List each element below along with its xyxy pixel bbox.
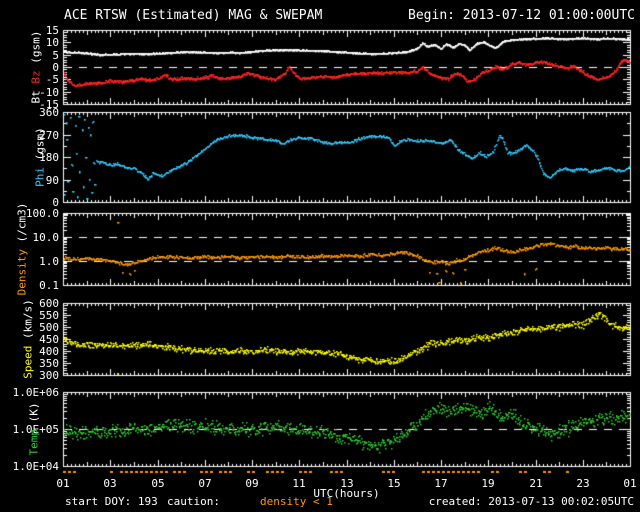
y-tick-label: 180 bbox=[39, 151, 59, 164]
x-tick-label: 23 bbox=[576, 477, 590, 490]
y-axis-title-part: Speed bbox=[21, 339, 35, 379]
y-axis-title-part: (/cm3) bbox=[15, 202, 29, 243]
y-tick-label: 0.1 bbox=[39, 279, 59, 292]
x-tick-label: 19 bbox=[481, 477, 495, 490]
y-tick-label: 10.0 bbox=[32, 231, 60, 244]
plot-title: ACE RTSW (Estimated) MAG & SWEPAM bbox=[64, 8, 323, 23]
y-tick-label: 360 bbox=[39, 106, 59, 119]
start-doy-label: start DOY: 193 bbox=[65, 495, 158, 508]
y-axis-title-density: Density (/cm3) bbox=[16, 203, 29, 296]
y-tick-label: 1.0E+06 bbox=[12, 386, 59, 399]
x-tick-label: 03 bbox=[103, 477, 117, 490]
plot-canvas bbox=[0, 0, 640, 512]
y-tick-label: 90 bbox=[45, 174, 59, 187]
y-axis-title-temp: Temp (K) bbox=[28, 403, 41, 456]
y-axis-title-part: Bz bbox=[29, 63, 43, 84]
x-tick-label: 07 bbox=[198, 477, 212, 490]
y-tick-label: 1.0 bbox=[39, 255, 59, 268]
y-tick-label: 100.0 bbox=[25, 207, 59, 220]
y-axis-title-part: (gsm) bbox=[33, 127, 47, 161]
created-timestamp: created: 2013-07-13 00:02:05UTC bbox=[428, 495, 634, 508]
y-axis-title-bt-bz: Bt Bz (gsm) bbox=[30, 31, 43, 104]
x-tick-label: 09 bbox=[245, 477, 259, 490]
caution-label: caution: bbox=[167, 495, 220, 508]
x-tick-label: 05 bbox=[151, 477, 165, 490]
y-axis-title-part: (K) bbox=[27, 402, 41, 423]
x-tick-label: 13 bbox=[340, 477, 354, 490]
x-tick-label: 21 bbox=[529, 477, 543, 490]
y-axis-title-speed: Speed (km/s) bbox=[22, 299, 35, 379]
x-tick-label: 11 bbox=[292, 477, 306, 490]
y-axis-title-part: (km/s) bbox=[21, 299, 35, 339]
y-axis-title-part: Temp bbox=[27, 422, 41, 456]
y-tick-label: 1.0E+04 bbox=[12, 460, 59, 473]
begin-timestamp: Begin: 2013-07-12 01:00:00UTC bbox=[408, 8, 635, 23]
x-tick-label: 15 bbox=[387, 477, 401, 490]
y-axis-title-phi: Phi (gsm) bbox=[34, 127, 47, 187]
y-axis-title-part: (gsm) bbox=[29, 30, 43, 64]
y-tick-label: 270 bbox=[39, 129, 59, 142]
y-axis-title-part: Density bbox=[15, 242, 29, 296]
x-tick-label: 17 bbox=[434, 477, 448, 490]
x-tick-label: 01 bbox=[56, 477, 70, 490]
y-axis-title-part: Phi bbox=[33, 160, 47, 187]
y-axis-title-part: Bt bbox=[29, 83, 43, 104]
ace-rtsw-swepam-plot: ACE RTSW (Estimated) MAG & SWEPAM Begin:… bbox=[0, 0, 640, 512]
x-tick-label: 01 bbox=[623, 477, 637, 490]
caution-value-density: density < 1 bbox=[260, 495, 333, 508]
